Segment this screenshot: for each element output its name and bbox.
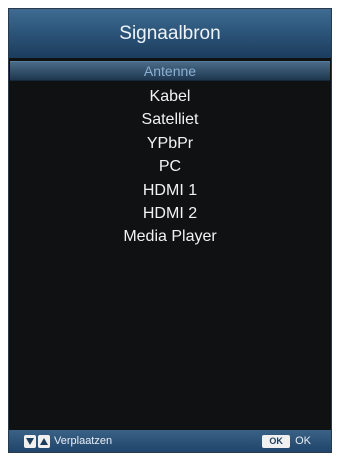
menu-item-kabel[interactable]: Kabel bbox=[10, 85, 330, 108]
menu-item-antenne[interactable]: Antenne bbox=[10, 61, 330, 81]
menu-item-satelliet[interactable]: Satelliet bbox=[10, 108, 330, 131]
ok-hint-label: OK bbox=[295, 435, 311, 447]
up-arrow-icon bbox=[38, 434, 50, 448]
footer-hint-bar: Verplaatzen OK OK bbox=[9, 430, 331, 452]
dialog-title: Signaalbron bbox=[119, 22, 221, 44]
move-hint-label: Verplaatzen bbox=[54, 435, 113, 447]
move-hint: Verplaatzen bbox=[22, 434, 113, 448]
menu-item-hdmi-1[interactable]: HDMI 1 bbox=[10, 179, 330, 202]
ok-key-icon: OK bbox=[262, 434, 291, 448]
menu-item-media-player[interactable]: Media Player bbox=[10, 225, 330, 248]
source-menu: Antenne Kabel Satelliet YPbPr PC HDMI 1 … bbox=[10, 61, 330, 249]
menu-item-ypbpr[interactable]: YPbPr bbox=[10, 132, 330, 155]
menu-item-pc[interactable]: PC bbox=[10, 155, 330, 178]
source-dialog: Signaalbron Antenne Kabel Satelliet YPbP… bbox=[8, 8, 332, 453]
dialog-title-bar: Signaalbron bbox=[9, 9, 331, 58]
menu-item-hdmi-2[interactable]: HDMI 2 bbox=[10, 202, 330, 225]
ok-hint: OK OK bbox=[262, 434, 311, 448]
down-arrow-icon bbox=[24, 434, 36, 448]
